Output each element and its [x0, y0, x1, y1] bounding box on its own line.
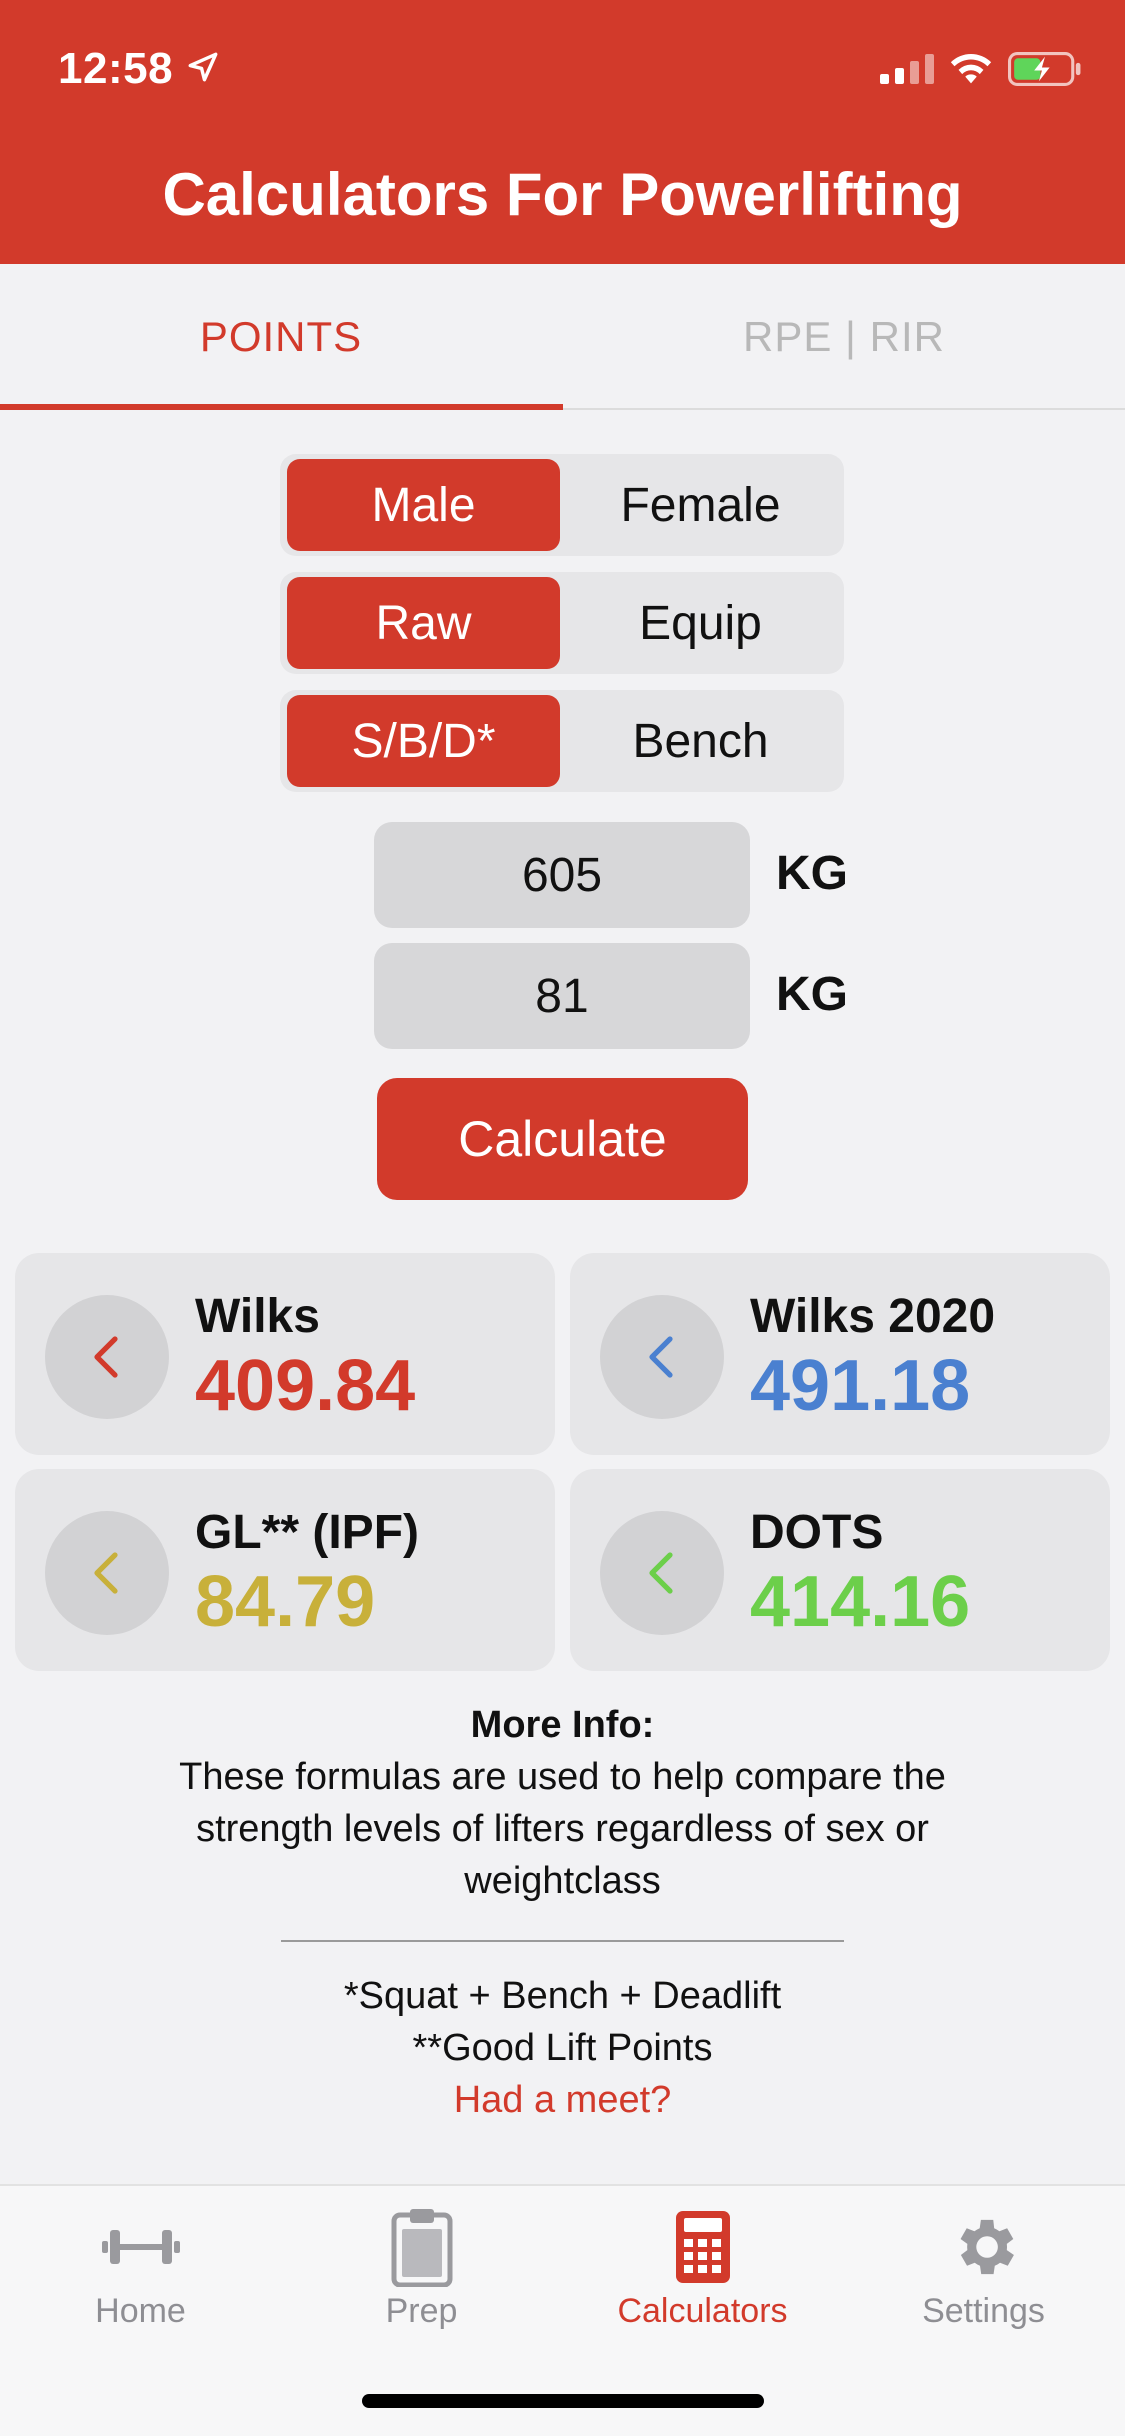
home-indicator — [362, 2394, 764, 2408]
app-header: 12:58 Calculators For Powerlifting — [0, 0, 1125, 264]
status-bar: 12:58 — [0, 0, 1125, 140]
clipboard-icon — [381, 2206, 463, 2288]
gl-ipf-value: 84.79 — [195, 1562, 376, 1642]
more-info-title: More Info: — [470, 1704, 655, 1746]
tab-rpe-rir[interactable]: RPE | RIR — [563, 264, 1125, 410]
tabbar-label-prep: Prep — [385, 2292, 458, 2330]
chevron-left-icon[interactable] — [45, 1295, 169, 1419]
tabbar-item-calculators[interactable]: Calculators — [562, 2186, 843, 2346]
wilks-2020-card[interactable]: Wilks 2020 491.18 — [570, 1253, 1110, 1455]
footnote-gl: **Good Lift Points — [412, 2027, 713, 2069]
dots-value: 414.16 — [750, 1562, 971, 1642]
location-arrow-icon — [188, 52, 218, 82]
wilks-2020-label: Wilks 2020 — [750, 1290, 996, 1343]
wilks-2020-value: 491.18 — [750, 1346, 971, 1426]
dots-label: DOTS — [750, 1506, 884, 1559]
had-a-meet-link[interactable]: Had a meet? — [0, 2074, 1125, 2126]
footnotes: *Squat + Bench + Deadlift **Good Lift Po… — [0, 1970, 1125, 2126]
tabbar-item-settings[interactable]: Settings — [843, 2186, 1124, 2346]
tabbar-label-settings: Settings — [922, 2292, 1045, 2330]
chevron-left-icon[interactable] — [45, 1511, 169, 1635]
footnote-sbd: *Squat + Bench + Deadlift — [343, 1975, 782, 2017]
barbell-icon — [100, 2206, 182, 2288]
cellular-signal-icon — [880, 54, 934, 84]
gl-ipf-label: GL** (IPF) — [195, 1506, 419, 1559]
male-option[interactable]: Male — [287, 459, 560, 551]
chevron-left-icon[interactable] — [600, 1511, 724, 1635]
wilks-value: 409.84 — [195, 1346, 416, 1426]
tabbar-label-calculators: Calculators — [617, 2292, 788, 2330]
wilks-label: Wilks — [195, 1290, 320, 1343]
tabbar-label-home: Home — [95, 2292, 186, 2330]
bench-option[interactable]: Bench — [564, 695, 837, 787]
total-weight-input[interactable] — [374, 822, 750, 928]
dots-card[interactable]: DOTS 414.16 — [570, 1469, 1110, 1671]
bodyweight-unit-label: KG — [776, 968, 848, 1021]
wilks-card[interactable]: Wilks 409.84 — [15, 1253, 555, 1455]
tab-points[interactable]: POINTS — [0, 264, 562, 410]
total-unit-label: KG — [776, 847, 848, 900]
total-input-row: KG — [374, 822, 854, 928]
female-option[interactable]: Female — [564, 459, 837, 551]
sbd-option[interactable]: S/B/D* — [287, 695, 560, 787]
equip-option[interactable]: Equip — [564, 577, 837, 669]
page-title: Calculators For Powerlifting — [162, 161, 963, 228]
calculate-button[interactable]: Calculate — [377, 1078, 748, 1200]
wifi-icon — [950, 54, 992, 84]
tabbar-item-prep[interactable]: Prep — [281, 2186, 562, 2346]
gl-ipf-card[interactable]: GL** (IPF) 84.79 — [15, 1469, 555, 1671]
more-info-text: These formulas are used to help compare … — [179, 1756, 946, 1902]
tabbar-item-home[interactable]: Home — [0, 2186, 281, 2346]
bodyweight-input-row: KG — [374, 943, 854, 1049]
status-time: 12:58 — [58, 44, 174, 93]
lift-segmented-control: S/B/D* Bench — [280, 690, 844, 792]
divider — [281, 1940, 844, 1942]
raw-option[interactable]: Raw — [287, 577, 560, 669]
more-info-section: More Info: These formulas are used to he… — [120, 1704, 1005, 1907]
calculator-icon — [662, 2206, 744, 2288]
chevron-left-icon[interactable] — [600, 1295, 724, 1419]
equipment-segmented-control: Raw Equip — [280, 572, 844, 674]
sex-segmented-control: Male Female — [280, 454, 844, 556]
bodyweight-input[interactable] — [374, 943, 750, 1049]
gear-icon — [943, 2206, 1025, 2288]
active-tab-indicator — [0, 404, 563, 410]
battery-icon — [1008, 52, 1081, 86]
points-rpe-tabs: POINTS RPE | RIR — [0, 264, 1125, 410]
